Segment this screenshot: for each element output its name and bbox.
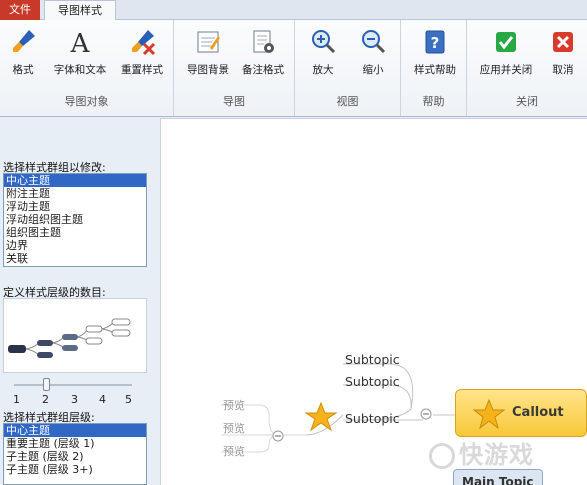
callout-label: Callout [512,405,564,420]
tab-mindmap-style[interactable]: 导图样式 [44,0,116,21]
list-item[interactable]: 组织图主题 [4,226,146,239]
ribbon-group-help: ? 样式帮助 帮助 [401,20,467,116]
group-label-view: 视图 [336,95,359,108]
format-button[interactable]: 格式 [8,28,38,77]
group-label-map: 导图 [223,95,245,108]
list-item[interactable]: 子主题 (层级 2) [4,450,146,463]
group-label-map-objects: 导图对象 [64,95,109,108]
list-item[interactable]: 关联 [4,252,146,265]
main-topic-label: Main Topic [462,475,534,485]
zoom-out-button[interactable]: 缩小 [357,28,389,77]
reset-brush-icon [132,30,156,56]
level-preview-thumbnail [3,298,147,373]
map-background-button[interactable]: 导图背景 [184,28,232,77]
preview-node[interactable]: 预览 [223,443,245,459]
list-item[interactable]: 中心主题 [4,424,146,437]
tab-file[interactable]: 文件 [0,0,40,20]
list-item[interactable]: 浮动组织图主题 [4,213,146,226]
central-topic-star-icon[interactable] [304,401,338,432]
callout-node[interactable]: Callout [455,389,587,437]
apply-and-close-button[interactable]: 应用并关闭 [475,28,537,77]
list-item[interactable]: 浮动主题 [4,200,146,213]
svg-text:A: A [70,29,91,56]
watermark-circle-icon [429,443,455,469]
tick-label: 5 [125,393,132,406]
tick-label: 4 [99,393,106,406]
font-and-text-button[interactable]: A 字体和文本 [50,28,110,77]
zoom-out-icon [362,30,386,54]
map-background-icon [197,31,220,53]
style-group-listbox[interactable]: 中心主题 附注主题 浮动主题 浮动组织图主题 组织图主题 边界 关联 [3,173,147,267]
format-brush-icon [13,30,35,52]
ribbon-group-map-objects: 格式 A 字体和文本 重置样式 导图对象 [0,20,174,116]
style-level-listbox[interactable]: 中心主题 重要主题 (层级 1) 子主题 (层级 2) 子主题 (层级 3+) [3,423,147,485]
note-format-icon [253,30,274,53]
zoom-in-button[interactable]: 放大 [307,28,339,77]
subtopic-node[interactable]: Subtopic [345,411,400,426]
list-item[interactable]: 重要主题 (层级 1) [4,437,146,450]
list-item[interactable]: 边界 [4,239,146,252]
preview-node[interactable]: 预览 [223,397,245,413]
subtopic-node[interactable]: Subtopic [345,352,400,367]
preview-node[interactable]: 预览 [223,420,245,436]
ribbon-tab-strip: 文件 导图样式 [0,0,587,21]
group-label-close: 关闭 [516,95,538,108]
cancel-button[interactable]: 取消 [547,28,579,77]
tick-label: 1 [13,393,20,406]
font-a-icon: A [70,29,91,56]
zoom-in-icon [312,30,336,54]
level-count-slider[interactable] [14,378,132,391]
list-item[interactable]: 附注主题 [4,187,146,200]
slider-track [14,384,132,386]
watermark-logo: 快游戏 [429,435,534,470]
level-tree-thumbnail [8,318,131,358]
cancel-x-icon [553,32,573,52]
help-book-icon: ? [425,30,445,54]
main-topic-node[interactable]: Main Topic [453,469,543,485]
tick-label: 2 [42,393,49,406]
ribbon-group-map: 导图背景 备注格式 导图 [174,20,295,116]
style-settings-panel: 选择样式群组以修改: 中心主题 附注主题 浮动主题 浮动组织图主题 组织图主题 … [0,118,160,485]
ribbon-group-close: 应用并关闭 取消 关闭 [467,20,587,116]
star-icon [472,398,506,430]
list-item[interactable]: 子主题 (层级 3+) [4,463,146,476]
subtopic-node[interactable]: Subtopic [345,374,400,389]
note-format-button[interactable]: 备注格式 [238,28,288,77]
svg-text:?: ? [431,34,440,52]
apply-check-icon [496,32,516,52]
ribbon: 格式 A 字体和文本 重置样式 导图对象 导图背景 备注格式 导图 放大 缩小 … [0,20,587,117]
slider-thumb[interactable] [42,378,50,391]
mindmap-preview-canvas: Subtopic Subtopic Subtopic 预览 预览 预览 Call… [160,118,587,485]
list-item[interactable]: 中心主题 [4,174,146,187]
tick-label: 3 [71,393,78,406]
reset-style-button[interactable]: 重置样式 [118,28,166,77]
ribbon-group-view: 放大 缩小 视图 [295,20,401,116]
group-label-help: 帮助 [422,95,445,108]
style-help-button[interactable]: ? 样式帮助 [411,28,459,77]
